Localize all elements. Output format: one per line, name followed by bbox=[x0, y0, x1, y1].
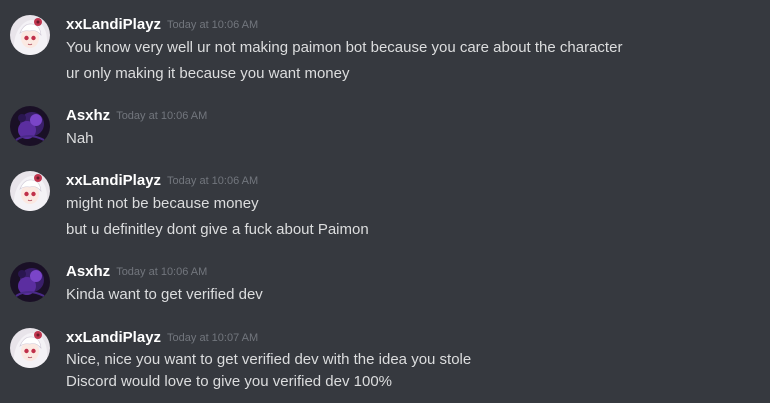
username[interactable]: Asxhz bbox=[66, 263, 110, 280]
user-avatar[interactable] bbox=[10, 106, 50, 146]
user-avatar[interactable] bbox=[10, 171, 50, 211]
message-text: You know very well ur not making paimon … bbox=[66, 39, 623, 56]
message-text: but u definitley dont give a fuck about … bbox=[66, 221, 369, 238]
timestamp: Today at 10:06 AM bbox=[116, 110, 208, 122]
message-text: ur only making it because you want money bbox=[66, 65, 350, 82]
message-text: Discord would love to give you verified … bbox=[66, 373, 393, 390]
message-header: Asxhz Today at 10:06 AM bbox=[66, 106, 207, 126]
message-text: might not be because money bbox=[66, 195, 259, 212]
message-header: xxLandiPlayz Today at 10:06 AM bbox=[66, 171, 258, 191]
user-avatar[interactable] bbox=[10, 15, 50, 55]
message-text: Kinda want to get verified dev bbox=[66, 286, 263, 303]
timestamp: Today at 10:06 AM bbox=[167, 175, 259, 187]
purple-dark-avatar-icon bbox=[10, 106, 50, 146]
message-header: Asxhz Today at 10:06 AM bbox=[66, 262, 207, 282]
user-avatar[interactable] bbox=[10, 262, 50, 302]
message-text: Nah bbox=[66, 130, 94, 147]
anime-girl-avatar-icon bbox=[10, 328, 50, 368]
message-header: xxLandiPlayz Today at 10:07 AM bbox=[66, 328, 258, 348]
anime-girl-avatar-icon bbox=[10, 171, 50, 211]
username[interactable]: xxLandiPlayz bbox=[66, 16, 161, 33]
user-avatar[interactable] bbox=[10, 328, 50, 368]
username[interactable]: Asxhz bbox=[66, 107, 110, 124]
purple-dark-avatar-icon bbox=[10, 262, 50, 302]
username[interactable]: xxLandiPlayz bbox=[66, 172, 161, 189]
message-header: xxLandiPlayz Today at 10:06 AM bbox=[66, 15, 258, 35]
timestamp: Today at 10:06 AM bbox=[167, 19, 259, 31]
anime-girl-avatar-icon bbox=[10, 15, 50, 55]
message-text: Nice, nice you want to get verified dev … bbox=[66, 351, 472, 368]
username[interactable]: xxLandiPlayz bbox=[66, 329, 161, 346]
timestamp: Today at 10:07 AM bbox=[167, 332, 259, 344]
timestamp: Today at 10:06 AM bbox=[116, 266, 208, 278]
